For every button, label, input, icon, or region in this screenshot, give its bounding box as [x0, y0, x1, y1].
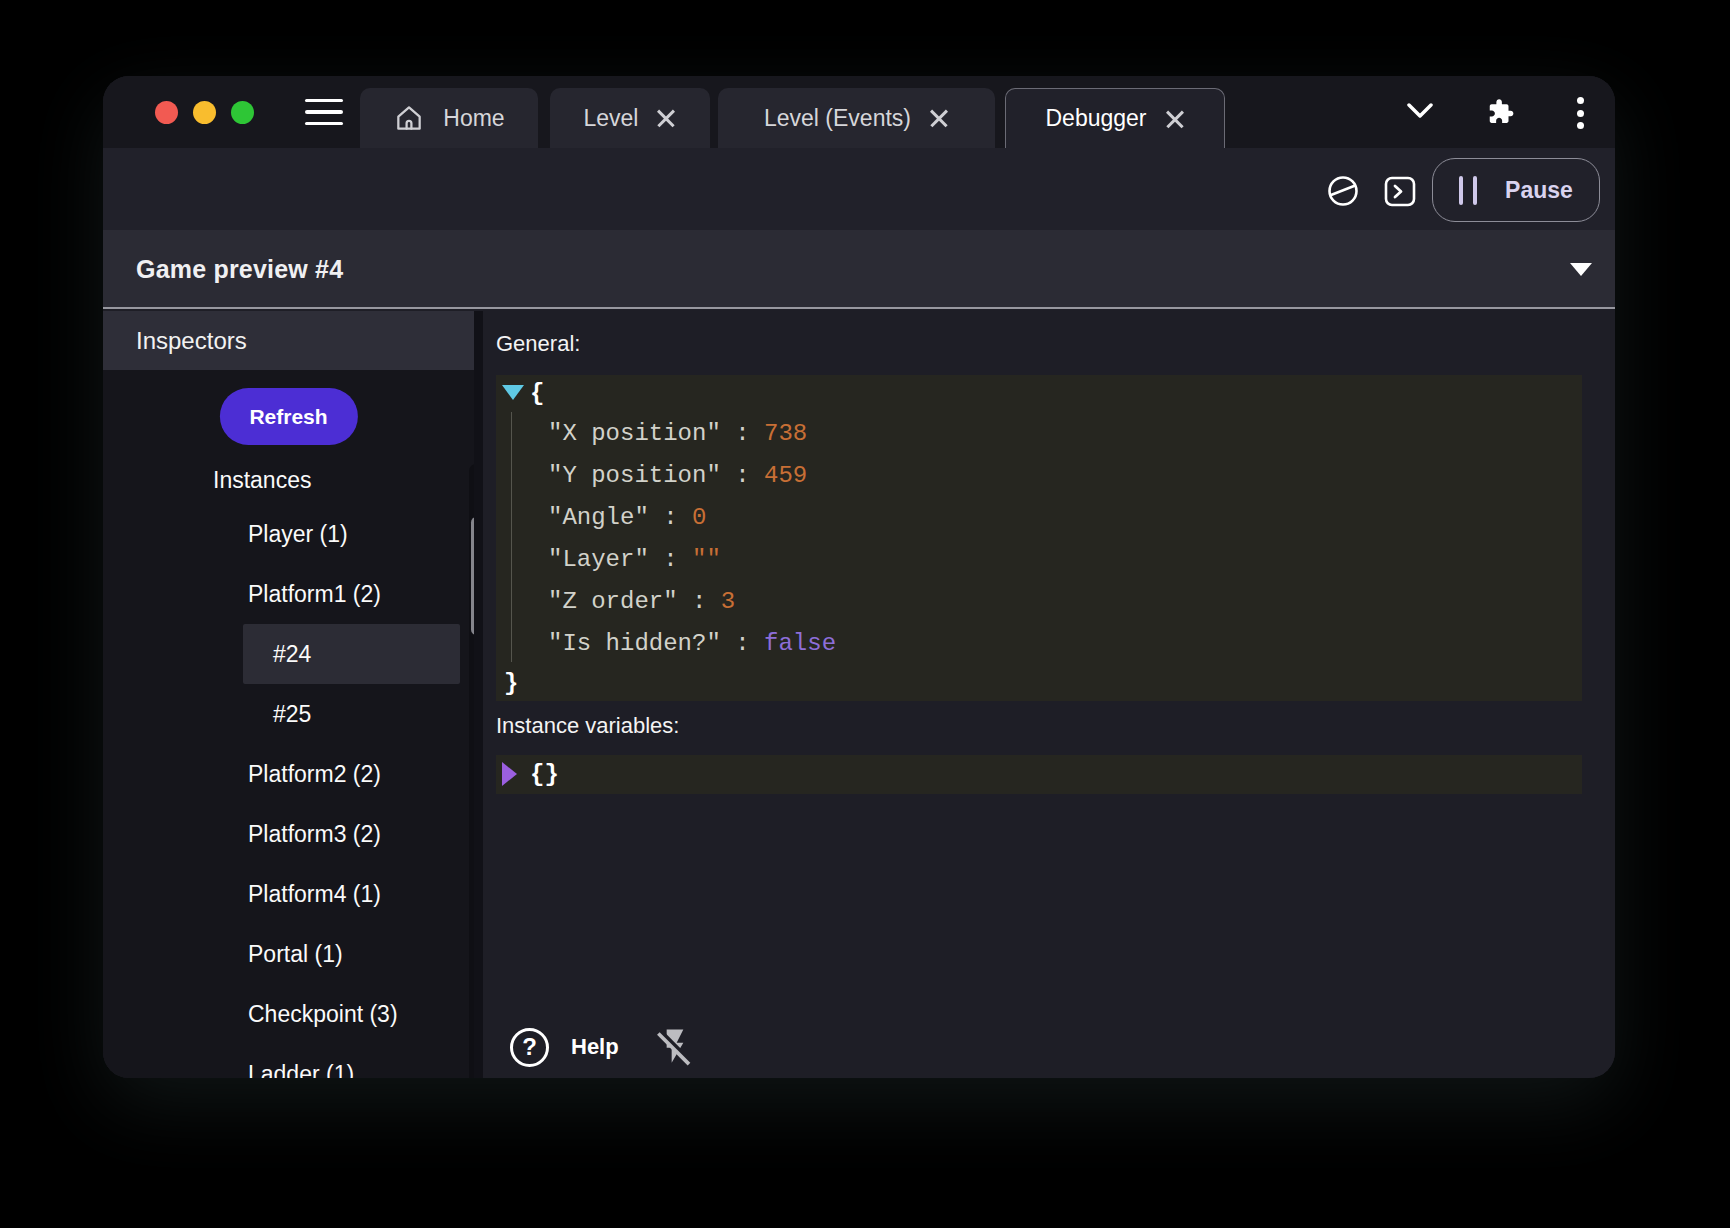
flash-off-icon[interactable]: [655, 1026, 695, 1068]
json-value[interactable]: false: [764, 630, 836, 657]
json-key: "Y position" :: [548, 462, 764, 489]
traffic-lights: [155, 76, 254, 148]
tab-home[interactable]: Home: [360, 88, 538, 148]
json-value[interactable]: 459: [764, 462, 807, 489]
close-icon[interactable]: [656, 108, 676, 128]
json-key: "X position" :: [548, 420, 764, 447]
titlebar: Home Level Level (Events) Debugger: [103, 76, 1615, 148]
expand-expander-icon[interactable]: [502, 762, 517, 786]
extensions-icon[interactable]: [1485, 97, 1515, 127]
instance-tree-item[interactable]: Checkpoint (3): [243, 984, 460, 1044]
instance-tree-item-label: Portal (1): [248, 941, 343, 968]
variables-value: {}: [530, 761, 559, 788]
variables-json-view: {}: [496, 755, 1582, 794]
sidebar-scrollbar-thumb[interactable]: [471, 517, 474, 635]
instance-tree-item-label: #25: [273, 701, 311, 728]
instance-tree-item-label: Platform2 (2): [248, 761, 381, 788]
help-icon[interactable]: ?: [510, 1028, 549, 1067]
refresh-button[interactable]: Refresh: [219, 388, 357, 445]
json-value[interactable]: 3: [721, 588, 735, 615]
instance-variables-label: Instance variables:: [496, 713, 679, 739]
home-icon: [393, 102, 425, 134]
instance-tree-item[interactable]: Platform1 (2): [243, 564, 460, 624]
content-area: Inspectors Refresh Instances Player (1)P…: [103, 311, 1615, 1078]
inspector-detail-panel: General: { "X position" : 738"Y position…: [483, 311, 1615, 1078]
instance-tree-item-label: Player (1): [248, 521, 348, 548]
tab-label: Level (Events): [764, 105, 911, 132]
preview-title: Game preview #4: [136, 255, 343, 284]
json-key: "Z order" :: [548, 588, 721, 615]
json-value[interactable]: 738: [764, 420, 807, 447]
tab-level[interactable]: Level: [550, 88, 710, 148]
instance-tree-item[interactable]: Platform3 (2): [243, 804, 460, 864]
pause-button[interactable]: Pause: [1432, 158, 1600, 222]
close-icon[interactable]: [929, 108, 949, 128]
tab-label: Home: [443, 105, 504, 132]
json-value[interactable]: 0: [692, 504, 706, 531]
json-entry: "X position" : 738: [496, 413, 1582, 455]
tab-label: Level: [584, 105, 639, 132]
minimize-window-button[interactable]: [193, 101, 216, 124]
collapse-caret-icon[interactable]: [1570, 263, 1592, 276]
json-entry: "Z order" : 3: [496, 581, 1582, 623]
menu-icon[interactable]: [305, 93, 343, 131]
help-row: ? Help: [510, 1026, 695, 1068]
close-window-button[interactable]: [155, 101, 178, 124]
indent-guide: [511, 412, 512, 662]
console-icon[interactable]: [1384, 176, 1416, 207]
kebab-menu-icon[interactable]: [1571, 97, 1589, 129]
maximize-window-button[interactable]: [231, 101, 254, 124]
instance-tree-item[interactable]: Platform4 (1): [243, 864, 460, 924]
instance-tree-item-label: #24: [273, 641, 311, 668]
json-entry: "Y position" : 459: [496, 455, 1582, 497]
profiler-icon[interactable]: [1327, 175, 1359, 207]
json-value[interactable]: "": [692, 546, 721, 573]
instance-tree-item-label: Platform3 (2): [248, 821, 381, 848]
help-label[interactable]: Help: [571, 1034, 619, 1060]
instance-tree-item-label: Checkpoint (3): [248, 1001, 398, 1028]
general-json-entries: "X position" : 738"Y position" : 459"Ang…: [496, 413, 1582, 665]
instance-tree-item-label: Platform1 (2): [248, 581, 381, 608]
instance-tree-item[interactable]: #24: [243, 624, 460, 684]
instances-root-node[interactable]: Instances: [213, 467, 311, 494]
instance-tree-item[interactable]: Platform2 (2): [243, 744, 460, 804]
json-entry: "Is hidden?" : false: [496, 623, 1582, 665]
general-json-view: { "X position" : 738"Y position" : 459"A…: [496, 375, 1582, 701]
inspectors-sidebar: Inspectors Refresh Instances Player (1)P…: [103, 311, 483, 1078]
debugger-window: Home Level Level (Events) Debugger: [103, 76, 1615, 1078]
json-entry: "Angle" : 0: [496, 497, 1582, 539]
instance-tree-item[interactable]: Ladder (1): [243, 1044, 460, 1078]
close-brace: }: [504, 670, 518, 697]
tab-label: Debugger: [1045, 105, 1146, 132]
sidebar-header: Inspectors: [103, 311, 474, 370]
instances-list: Player (1) Platform1 (2) #24 #25 Platform2 (…: [243, 504, 460, 1078]
json-entry: "Layer" : "": [496, 539, 1582, 581]
pause-icon: [1459, 176, 1477, 205]
json-key: "Is hidden?" :: [548, 630, 764, 657]
collapse-expander-icon[interactable]: [502, 385, 524, 400]
sidebar-body: Refresh Instances Player (1) Platform1 (2…: [103, 370, 474, 1078]
preview-accordion-header[interactable]: Game preview #4: [103, 230, 1615, 309]
chevron-down-icon[interactable]: [1407, 102, 1433, 120]
general-label: General:: [496, 331, 580, 357]
json-key: "Angle" :: [548, 504, 692, 531]
tab-level-events[interactable]: Level (Events): [718, 88, 995, 148]
json-key: "Layer" :: [548, 546, 692, 573]
instance-tree-item[interactable]: Portal (1): [243, 924, 460, 984]
instance-tree-item-label: Platform4 (1): [248, 881, 381, 908]
instance-tree-item[interactable]: #25: [243, 684, 460, 744]
instance-tree-item-label: Ladder (1): [248, 1061, 354, 1079]
debugger-toolbar: Pause: [103, 148, 1615, 230]
close-icon[interactable]: [1165, 109, 1185, 129]
open-brace: {: [530, 380, 544, 407]
sidebar-title: Inspectors: [136, 327, 247, 355]
instance-tree-item[interactable]: Player (1): [243, 504, 460, 564]
tab-debugger[interactable]: Debugger: [1005, 88, 1225, 148]
